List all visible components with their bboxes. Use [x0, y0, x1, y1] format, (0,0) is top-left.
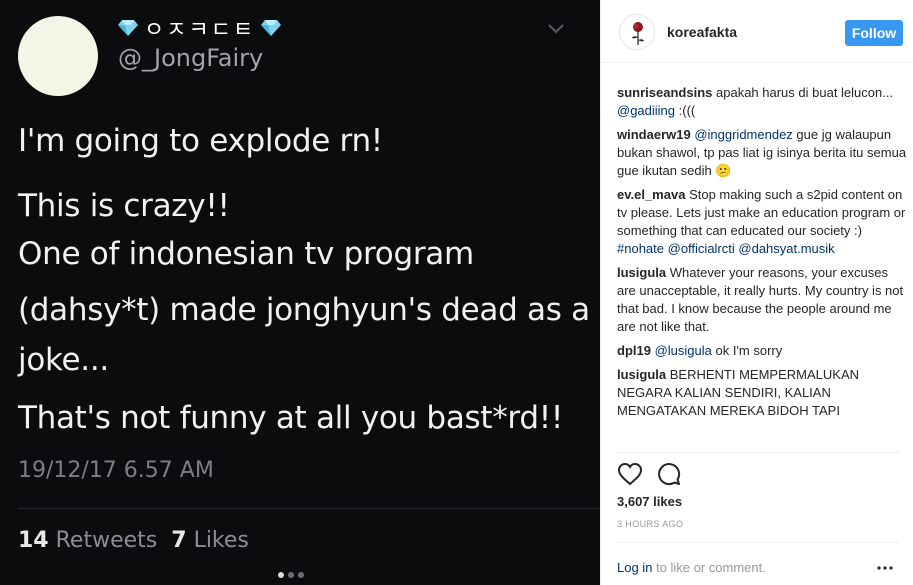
post-username[interactable]: koreafakta: [667, 24, 737, 40]
rose-icon: [632, 22, 644, 45]
tweet-date: 19/12/17 6.57 AM: [18, 458, 214, 483]
tweet-display-name: ㅇㅈㅋㄷㅌ: [118, 12, 282, 44]
more-horizontal-icon[interactable]: [877, 560, 893, 576]
post-image[interactable]: ㅇㅈㅋㄷㅌ @_JongFairy I'm going to explode r…: [0, 0, 600, 585]
carousel-dot-active[interactable]: [278, 572, 284, 578]
comment-icon[interactable]: [657, 462, 681, 486]
comment-partial: [617, 64, 907, 72]
post-timestamp[interactable]: 3 HOURS AGO: [617, 519, 683, 529]
comment-mention-link[interactable]: @inggridmendez: [694, 127, 792, 142]
tweet-text-line: I'm going to explode rn!: [18, 123, 383, 159]
comment-username[interactable]: sunriseandsins: [617, 85, 712, 100]
tweet-text-line: (dahsy*t) made jonghyun's dead as a: [18, 292, 590, 328]
retweets-label: Retweets: [55, 528, 158, 553]
comment: ev.el_mava Stop making such a s2pid cont…: [617, 186, 907, 258]
carousel-indicator: [278, 572, 304, 578]
comment-mention-link[interactable]: @lusigula: [655, 343, 712, 358]
login-prompt-text: to like or comment.: [652, 560, 766, 575]
tweet-avatar: [18, 16, 98, 96]
chevron-down-icon: [548, 24, 564, 34]
likes-count[interactable]: 3,607 likes: [617, 494, 682, 509]
diamond-icon: [261, 20, 282, 36]
likes-label: Likes: [193, 528, 249, 553]
comment-mention-link[interactable]: @officialrcti: [668, 241, 735, 256]
comment-text: apakah harus di buat lelucon...: [716, 85, 894, 100]
divider: [18, 508, 600, 509]
comment-username[interactable]: lusigula: [617, 265, 666, 280]
comment-mention-link[interactable]: @dahsyat.musik: [738, 241, 834, 256]
carousel-dot[interactable]: [298, 572, 304, 578]
comment: windaerw19 @inggridmendez gue jg walaupu…: [617, 126, 907, 180]
comment-mention-link[interactable]: #nohate: [617, 241, 664, 256]
comment-mention-link[interactable]: @gadiiing: [617, 103, 675, 118]
tweet-display-name-text: ㅇㅈㅋㄷㅌ: [144, 18, 256, 43]
comment-text: :(((: [675, 103, 696, 118]
comment-text: ok I'm sorry: [711, 343, 783, 358]
comment-username[interactable]: windaerw19: [617, 127, 691, 142]
divider: [617, 452, 899, 453]
follow-button[interactable]: Follow: [845, 20, 903, 46]
heart-icon[interactable]: [617, 462, 643, 486]
tweet-text-line: This is crazy!!: [18, 188, 230, 224]
tweet-text-line: joke...: [18, 342, 109, 378]
comment-username[interactable]: ev.el_mava: [617, 187, 685, 202]
divider: [616, 542, 899, 543]
post-header: koreafakta Follow: [601, 0, 913, 63]
tweet-text-line: One of indonesian tv program: [18, 236, 474, 272]
diamond-icon: [118, 20, 138, 36]
avatar[interactable]: [619, 14, 655, 50]
login-link[interactable]: Log in: [617, 560, 652, 575]
tweet-handle: @_JongFairy: [118, 44, 264, 72]
comment: lusigula Whatever your reasons, your exc…: [617, 264, 907, 336]
retweets-count: 14: [18, 528, 49, 553]
comment-username[interactable]: dpl19: [617, 343, 651, 358]
comments-list[interactable]: sunriseandsins apakah harus di buat lelu…: [617, 64, 907, 452]
comment: dpl19 @lusigula ok I'm sorry: [617, 342, 907, 360]
comment-username[interactable]: lusigula: [617, 367, 666, 382]
likes-count: 7: [171, 528, 187, 553]
carousel-dot[interactable]: [288, 572, 294, 578]
comment: lusigula BERHENTI MEMPERMALUKAN NEGARA K…: [617, 366, 907, 420]
login-prompt: Log in to like or comment.: [617, 560, 766, 575]
comment: sunriseandsins apakah harus di buat lelu…: [617, 84, 907, 120]
tweet-stats: 14 Retweets 7 Likes: [18, 528, 249, 553]
tweet-text-line: That's not funny at all you bast*rd!!: [18, 400, 563, 436]
